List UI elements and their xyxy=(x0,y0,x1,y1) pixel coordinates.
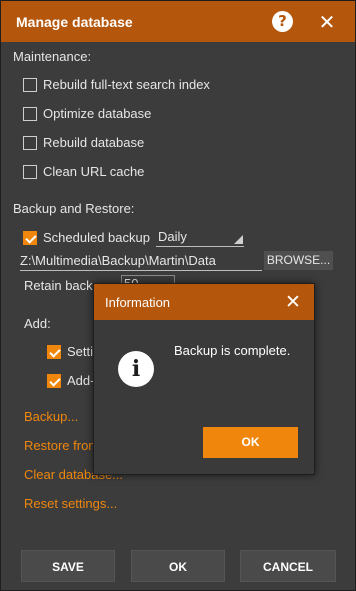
information-dialog: Information ✕ i Backup is complete. OK xyxy=(93,283,315,475)
backup-link[interactable]: Backup... xyxy=(24,409,78,424)
schedule-dropdown[interactable]: Daily xyxy=(156,228,244,247)
ok-button[interactable]: OK xyxy=(131,550,225,582)
checkbox-label: Rebuild database xyxy=(43,135,145,150)
schedule-value: Daily xyxy=(158,229,187,244)
maintenance-heading: Maintenance: xyxy=(13,49,92,64)
checkbox-label: Clean URL cache xyxy=(43,164,145,179)
titlebar: Manage database ? ✕ xyxy=(1,1,355,42)
reset-settings-link[interactable]: Reset settings... xyxy=(24,496,117,511)
checkbox-label: Scheduled backup xyxy=(43,230,150,245)
checkbox-box[interactable] xyxy=(23,77,37,92)
dropdown-arrow-icon xyxy=(234,235,243,244)
window-title: Manage database xyxy=(16,13,133,30)
checkbox-box[interactable] xyxy=(23,106,37,121)
dialog-message: Backup is complete. xyxy=(174,343,291,358)
checkbox-label: Rebuild full-text search index xyxy=(43,77,210,92)
rebuild-db-checkbox[interactable]: Rebuild database xyxy=(23,135,144,150)
checkbox-label: Optimize database xyxy=(43,106,152,121)
cancel-button[interactable]: CANCEL xyxy=(240,550,336,582)
help-icon[interactable]: ? xyxy=(272,11,293,32)
info-icon: i xyxy=(118,351,154,387)
backup-heading: Backup and Restore: xyxy=(13,201,135,216)
checkbox-box[interactable] xyxy=(47,373,61,388)
checkbox-box[interactable] xyxy=(47,344,61,359)
checkbox-box[interactable] xyxy=(23,164,37,179)
add-heading: Add: xyxy=(24,316,51,331)
dialog-close-icon[interactable]: ✕ xyxy=(281,289,305,315)
backup-path-input[interactable]: Z:\Multimedia\Backup\Martin\Data xyxy=(20,252,262,271)
save-button[interactable]: SAVE xyxy=(21,550,115,582)
clean-url-cache-checkbox[interactable]: Clean URL cache xyxy=(23,164,144,179)
checkbox-box[interactable] xyxy=(23,135,37,150)
rebuild-fts-checkbox[interactable]: Rebuild full-text search index xyxy=(23,77,210,92)
dialog-ok-button[interactable]: OK xyxy=(203,427,298,458)
scheduled-backup-checkbox[interactable]: Scheduled backup xyxy=(23,230,150,245)
optimize-db-checkbox[interactable]: Optimize database xyxy=(23,106,151,121)
browse-button[interactable]: BROWSE... xyxy=(264,251,333,270)
dialog-title: Information xyxy=(105,295,171,310)
close-icon[interactable]: ✕ xyxy=(314,9,340,35)
checkbox-box[interactable] xyxy=(23,230,37,245)
dialog-titlebar: Information ✕ xyxy=(94,284,314,320)
